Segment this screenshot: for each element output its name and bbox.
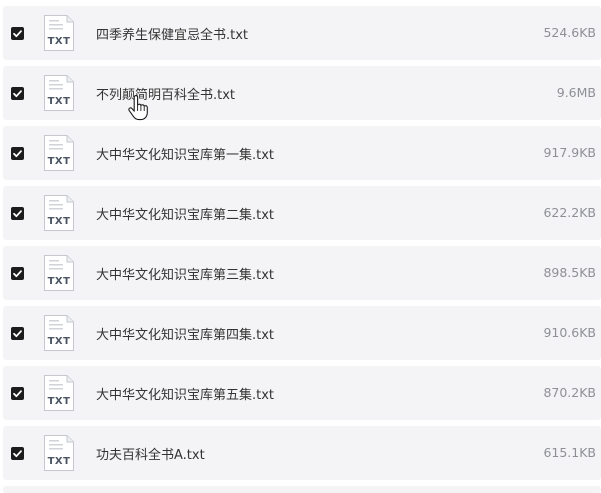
file-type-label: TXT <box>47 216 71 227</box>
txt-file-icon: TXT <box>43 374 75 412</box>
row-checkbox[interactable] <box>11 387 24 400</box>
file-type-label: TXT <box>47 336 71 347</box>
row-checkbox[interactable] <box>11 267 24 280</box>
file-name[interactable]: 大中华文化知识宝库第二集.txt <box>96 204 274 223</box>
file-row[interactable]: TXT 大中华文化知识宝库第二集.txt 622.2KB <box>3 186 601 240</box>
file-size: 870.2KB <box>543 385 596 400</box>
file-size: 917.9KB <box>543 145 596 160</box>
txt-file-icon: TXT <box>43 134 75 172</box>
file-name[interactable]: 不列颠简明百科全书.txt <box>96 84 235 103</box>
txt-file-icon: TXT <box>43 74 75 112</box>
txt-file-icon: TXT <box>43 434 75 472</box>
file-name[interactable]: 大中华文化知识宝库第四集.txt <box>96 324 274 343</box>
checkmark-icon <box>13 30 22 38</box>
file-row[interactable]: TXT 大中华文化知识宝库第三集.txt 898.5KB <box>3 246 601 300</box>
file-name[interactable]: 大中华文化知识宝库第五集.txt <box>96 384 274 403</box>
file-type-label: TXT <box>47 276 71 287</box>
row-checkbox[interactable] <box>11 207 24 220</box>
file-list: TXT 四季养生保健宜忌全书.txt 524.6KB TXT 不列颠简明百科全书… <box>0 0 601 493</box>
file-size: 910.6KB <box>543 325 596 340</box>
file-name[interactable]: 大中华文化知识宝库第三集.txt <box>96 264 274 283</box>
file-type-label: TXT <box>47 456 71 467</box>
file-type-label: TXT <box>47 36 71 47</box>
row-checkbox[interactable] <box>11 27 24 40</box>
checkmark-icon <box>13 90 22 98</box>
checkmark-icon <box>13 210 22 218</box>
file-row[interactable]: TXT 不列颠简明百科全书.txt 9.6MB <box>3 66 601 120</box>
row-checkbox[interactable] <box>11 447 24 460</box>
file-size: 9.6MB <box>556 85 596 100</box>
file-row[interactable]: TXT 大中华文化知识宝库第四集.txt 910.6KB <box>3 306 601 360</box>
file-row[interactable]: TXT 大中华文化知识宝库第五集.txt 870.2KB <box>3 366 601 420</box>
row-checkbox[interactable] <box>11 87 24 100</box>
file-row[interactable]: TXT 四季养生保健宜忌全书.txt 524.6KB <box>3 6 601 60</box>
checkmark-icon <box>13 330 22 338</box>
checkmark-icon <box>13 450 22 458</box>
txt-file-icon: TXT <box>43 314 75 352</box>
file-size: 615.1KB <box>543 445 596 460</box>
file-size: 622.2KB <box>543 205 596 220</box>
file-row-partial <box>3 486 601 493</box>
row-checkbox[interactable] <box>11 327 24 340</box>
file-name[interactable]: 四季养生保健宜忌全书.txt <box>96 24 248 43</box>
txt-file-icon: TXT <box>43 254 75 292</box>
file-name[interactable]: 功夫百科全书A.txt <box>96 444 205 463</box>
file-size: 524.6KB <box>543 25 596 40</box>
row-checkbox[interactable] <box>11 147 24 160</box>
checkmark-icon <box>13 390 22 398</box>
checkmark-icon <box>13 150 22 158</box>
file-size: 898.5KB <box>543 265 596 280</box>
file-type-label: TXT <box>47 96 71 107</box>
txt-file-icon: TXT <box>43 14 75 52</box>
file-type-label: TXT <box>47 156 71 167</box>
file-type-label: TXT <box>47 396 71 407</box>
txt-file-icon: TXT <box>43 194 75 232</box>
checkmark-icon <box>13 270 22 278</box>
file-row[interactable]: TXT 大中华文化知识宝库第一集.txt 917.9KB <box>3 126 601 180</box>
file-row[interactable]: TXT 功夫百科全书A.txt 615.1KB <box>3 426 601 480</box>
file-name[interactable]: 大中华文化知识宝库第一集.txt <box>96 144 274 163</box>
